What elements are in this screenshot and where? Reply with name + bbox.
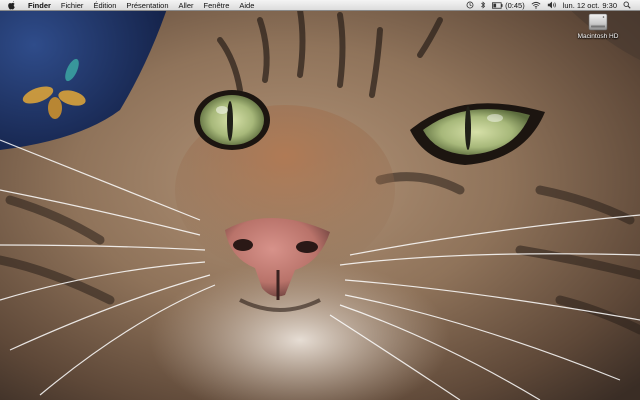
desktop-icon-label: Macintosh HD <box>577 33 619 40</box>
battery-time: (0:45) <box>505 0 525 10</box>
time-machine-menu[interactable] <box>463 0 477 10</box>
bluetooth-icon <box>481 1 486 9</box>
clock-time: 9:30 <box>602 0 617 10</box>
wifi-menu[interactable] <box>528 0 544 10</box>
menu-aller[interactable]: Aller <box>174 0 199 11</box>
battery-icon <box>492 1 503 9</box>
menu-bar: Finder Fichier Édition Présentation Alle… <box>0 0 640 11</box>
menu-fichier[interactable]: Fichier <box>56 0 89 11</box>
bluetooth-menu[interactable] <box>477 0 489 10</box>
clock-date: lun. 12 oct. <box>562 0 600 10</box>
hard-drive-icon <box>588 13 608 31</box>
menu-edition[interactable]: Édition <box>88 0 121 11</box>
desktop-icon-macintosh-hd[interactable]: Macintosh HD <box>573 13 623 40</box>
menu-aide[interactable]: Aide <box>234 0 259 11</box>
battery-menu[interactable]: (0:45) <box>489 0 528 10</box>
menu-finder[interactable]: Finder <box>23 0 56 11</box>
spotlight-menu[interactable] <box>620 0 634 10</box>
wallpaper-cat-photo <box>0 0 640 400</box>
cat-left-eye <box>194 90 270 150</box>
volume-icon <box>547 1 556 9</box>
menu-fenetre[interactable]: Fenêtre <box>199 0 235 11</box>
menu-presentation[interactable]: Présentation <box>121 0 173 11</box>
clock-menu[interactable]: lun. 12 oct. 9:30 <box>560 0 620 10</box>
spotlight-search-icon <box>623 1 631 9</box>
desktop: Finder Fichier Édition Présentation Alle… <box>0 0 640 400</box>
volume-menu[interactable] <box>544 0 560 10</box>
wifi-icon <box>531 1 541 9</box>
apple-logo-icon <box>7 0 15 9</box>
time-machine-icon <box>466 1 474 9</box>
apple-menu[interactable] <box>5 0 17 10</box>
